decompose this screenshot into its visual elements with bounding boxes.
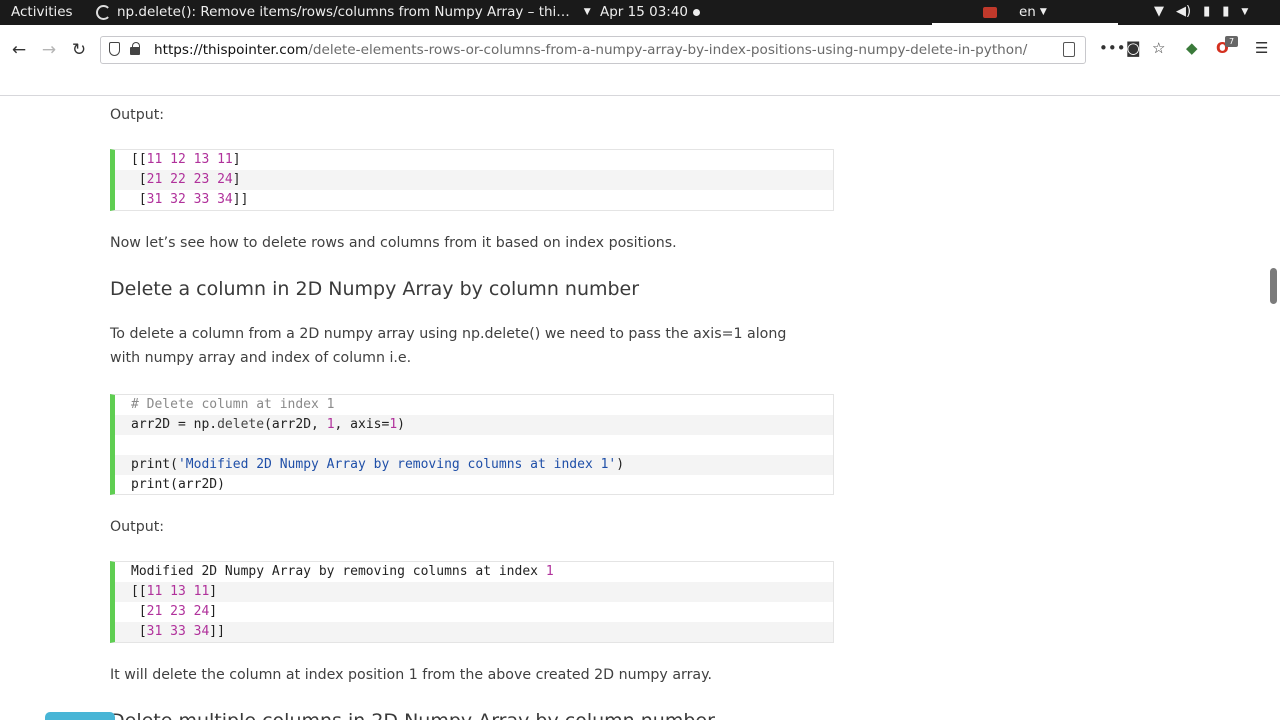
output-block-1: [[11 12 13 11] [21 22 23 24] [31 32 33 3…	[110, 149, 834, 211]
page-content: Output: [[11 12 13 11] [21 22 23 24] [31…	[0, 96, 1280, 720]
section-paragraph: To delete a column from a 2D numpy array…	[110, 326, 787, 366]
activities-button[interactable]: Activities	[11, 4, 73, 20]
reader-view-icon[interactable]	[1063, 42, 1075, 57]
url-text[interactable]: https://thispointer.com/delete-elements-…	[154, 42, 1027, 58]
bookmark-star-icon[interactable]: ☆	[1152, 39, 1165, 57]
back-arrow-icon[interactable]: ←	[8, 39, 30, 61]
language-selector[interactable]: en ▼	[1019, 4, 1047, 20]
firefox-icon	[96, 4, 111, 20]
volume-icon: ◀)	[1176, 4, 1192, 19]
output-line: [[11 12 13 11]	[131, 152, 241, 167]
notification-dot-icon	[693, 9, 700, 16]
tracking-shield-icon[interactable]	[109, 42, 120, 56]
system-top-bar: Activities np.delete(): Remove items/row…	[0, 0, 1280, 25]
lock-icon[interactable]	[130, 42, 140, 55]
code-line: # Delete column at index 1	[131, 397, 335, 412]
next-section-heading: Delete multiple columns in 2D Numpy Arra…	[110, 710, 715, 720]
chevron-down-icon: ▼	[1241, 6, 1249, 17]
page-scrollbar[interactable]	[1270, 268, 1277, 304]
chevron-down-icon: ▼	[583, 7, 591, 17]
hamburger-menu-icon[interactable]: ☰	[1255, 39, 1268, 57]
code-line: arr2D = np.delete(arr2D, 1, axis=1)	[115, 415, 833, 435]
output-line: Modified 2D Numpy Array by removing colu…	[131, 564, 554, 579]
window-title: np.delete(): Remove items/rows/columns f…	[117, 4, 570, 20]
wifi-icon: ▼	[1154, 4, 1164, 19]
output-line: [[11 13 11]	[115, 582, 833, 602]
app-menu[interactable]: np.delete(): Remove items/rows/columns f…	[96, 4, 591, 20]
floating-widget-button[interactable]	[45, 712, 115, 720]
code-line: print(arr2D)	[131, 477, 225, 492]
output-line: [31 33 34]]	[115, 622, 833, 642]
battery-icon: ▮	[1222, 4, 1230, 19]
code-block: # Delete column at index 1 arr2D = np.de…	[110, 394, 834, 495]
language-label: en	[1019, 4, 1036, 20]
output-block-2: Modified 2D Numpy Array by removing colu…	[110, 561, 834, 643]
code-line: print('Modified 2D Numpy Array by removi…	[115, 455, 833, 475]
output-label: Output:	[110, 519, 165, 535]
output-line: [21 23 24]	[131, 604, 218, 619]
browser-toolbar: ← → ↻ https://thispointer.com/delete-ele…	[0, 25, 1280, 96]
screen-recording-icon[interactable]	[983, 7, 997, 18]
intro-paragraph: Now let’s see how to delete rows and col…	[110, 235, 677, 251]
reload-icon[interactable]: ↻	[68, 39, 90, 61]
system-menu[interactable]: ▼ ◀) ▮ ▮ ▼	[1154, 4, 1248, 19]
extension-badge: 7	[1225, 36, 1238, 47]
output-line: [31 32 33 34]]	[131, 192, 249, 207]
forward-arrow-icon[interactable]: →	[38, 39, 60, 61]
url-bar[interactable]: https://thispointer.com/delete-elements-…	[100, 36, 1086, 64]
extension-icon[interactable]: ◆	[1186, 39, 1198, 57]
output-label: Output:	[110, 107, 165, 123]
microphone-icon: ▮	[1203, 4, 1211, 19]
after-paragraph: It will delete the column at index posit…	[110, 667, 713, 683]
section-heading: Delete a column in 2D Numpy Array by col…	[110, 278, 640, 300]
output-line: [21 22 23 24]	[115, 170, 833, 190]
pocket-icon[interactable]: ◙	[1126, 39, 1141, 57]
clock[interactable]: Apr 15 03:40	[600, 4, 688, 20]
chevron-down-icon: ▼	[1039, 7, 1047, 17]
page-actions-icon[interactable]: •••	[1099, 39, 1126, 57]
